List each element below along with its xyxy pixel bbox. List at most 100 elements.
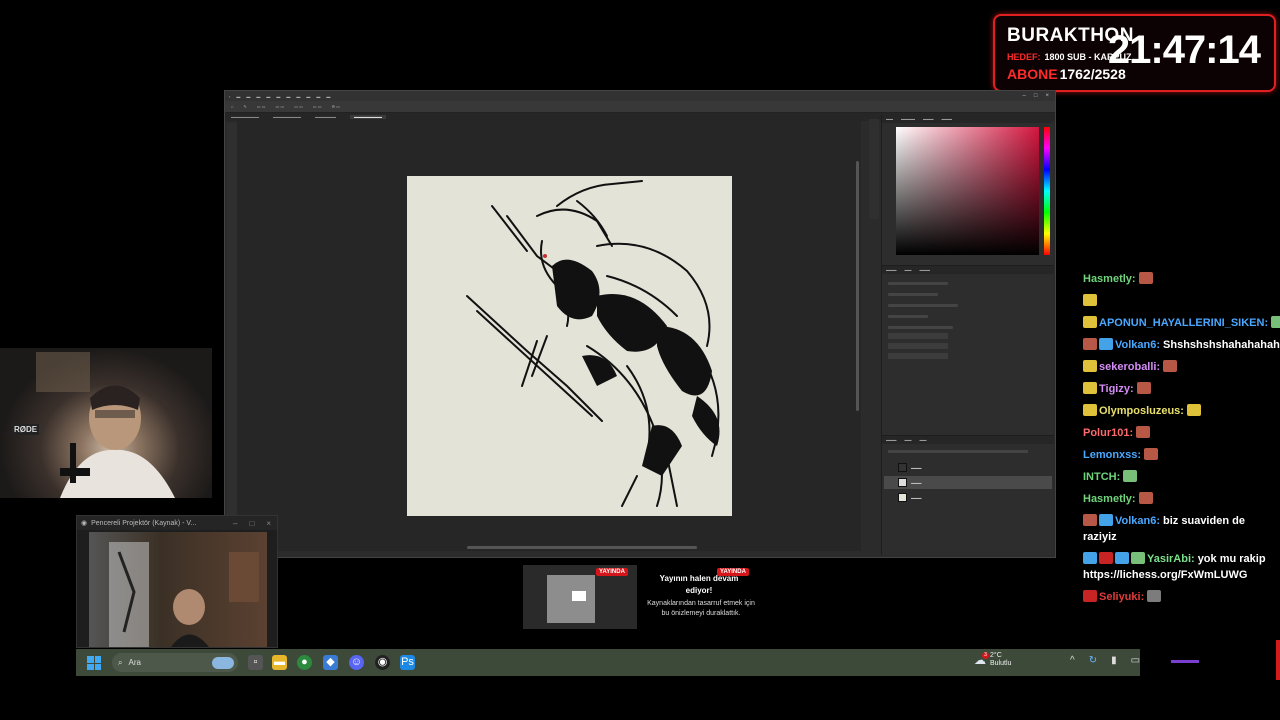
ps-option[interactable]: ▭ ▭: [313, 104, 322, 109]
layer-row[interactable]: ▬▬▬: [884, 461, 1052, 474]
chat-username[interactable]: Tigizy:: [1099, 383, 1134, 395]
properties-tabs[interactable]: ▬▬▬ ▬▬ ▬▬▬: [882, 266, 1054, 274]
panel-tab[interactable]: ▬▬: [905, 438, 912, 442]
color-picker-field[interactable]: [896, 127, 1039, 255]
obs-taskbar-icon[interactable]: ◉: [375, 655, 390, 670]
ps-option[interactable]: ⚙ ▭: [331, 104, 339, 109]
doc-tab[interactable]: ▬▬▬▬▬▬▬▬: [273, 115, 301, 119]
chat-username[interactable]: Polur101:: [1083, 427, 1133, 439]
maximize-icon[interactable]: □: [1034, 93, 1038, 99]
chat-username[interactable]: Volkan6:: [1115, 515, 1160, 527]
file-explorer-icon[interactable]: ▬: [272, 655, 287, 670]
task-view-icon[interactable]: ▫: [248, 655, 263, 670]
ps-panel-iconstrip[interactable]: [869, 119, 879, 219]
chat-username[interactable]: Hasmetly:: [1083, 273, 1136, 285]
ps-toolbar[interactable]: [227, 123, 237, 543]
maximize-icon[interactable]: □: [249, 519, 254, 528]
ps-menu-item[interactable]: ▬: [306, 94, 310, 99]
chrome-icon[interactable]: ●: [297, 655, 312, 670]
brush-tool-icon[interactable]: ✎: [243, 104, 246, 109]
ps-option[interactable]: ▭ ▭: [257, 104, 266, 109]
chat-username[interactable]: Volkan6:: [1115, 339, 1160, 351]
ps-menu-item[interactable]: ▬: [276, 94, 280, 99]
layers-panel[interactable]: ▬▬▬ ▬▬ ▬▬ ▬▬▬ ▬▬▬ ▬▬▬: [882, 435, 1054, 555]
network-icon[interactable]: ▮: [1111, 655, 1117, 666]
horizontal-scrollbar[interactable]: [467, 546, 697, 549]
vertical-scrollbar[interactable]: [856, 161, 859, 411]
system-tray[interactable]: ^ ↻ ▮ ▭: [1070, 655, 1140, 666]
home-icon[interactable]: ⌂: [231, 104, 233, 109]
chat-username[interactable]: Seliyuki:: [1099, 591, 1144, 603]
close-icon[interactable]: ×: [266, 519, 271, 528]
chat-username[interactable]: Lemonxss:: [1083, 449, 1141, 461]
weather-widget[interactable]: ☁ 3 2°C Bulutlu: [974, 652, 1011, 668]
layers-tabs[interactable]: ▬▬▬ ▬▬ ▬▬: [882, 436, 1054, 444]
chevron-up-icon[interactable]: ^: [1070, 655, 1075, 666]
layer-row[interactable]: ▬▬▬: [884, 491, 1052, 504]
projector-window[interactable]: ◉ Pencereli Projektör (Kaynak) - V... – …: [76, 515, 278, 648]
ps-right-panels[interactable]: ▬▬ ▬▬▬▬ ▬▬▬ ▬▬▬ ▬▬▬ ▬▬ ▬▬▬ ▬▬▬ ▬▬ ▬▬ ▬▬▬…: [881, 115, 1054, 555]
ps-menu-item[interactable]: ▬: [266, 94, 270, 99]
chat-username[interactable]: YasirAbi:: [1147, 553, 1195, 565]
doc-tab[interactable]: ▬▬▬▬▬▬: [315, 115, 336, 119]
stream-paused-notification[interactable]: YAYINDA YAYINDA Yayının halen devam ediy…: [523, 565, 759, 629]
notification-body: Kaynaklarından tasarruf etmek için bu ön…: [647, 600, 755, 617]
refresh-icon[interactable]: ↻: [1089, 655, 1097, 666]
panel-tab[interactable]: ▬▬▬: [886, 268, 897, 272]
chat-message: Volkan6: biz suaviden de raziyiz: [1083, 510, 1275, 548]
ps-option[interactable]: ▭ ▭: [294, 104, 303, 109]
discord-icon[interactable]: ☺: [349, 655, 364, 670]
panel-tab[interactable]: ▬▬: [905, 268, 912, 272]
panel-tab[interactable]: ▬▬▬: [942, 117, 953, 121]
property-button[interactable]: [888, 343, 948, 349]
ps-menu-item[interactable]: ▬: [316, 94, 320, 99]
panel-tab[interactable]: ▬▬▬▬: [901, 117, 915, 121]
ps-menu-item[interactable]: ▬: [256, 94, 260, 99]
close-icon[interactable]: ×: [1045, 93, 1049, 99]
taskbar-search[interactable]: ⌕ Ara: [112, 653, 238, 672]
layer-filter-bar[interactable]: [888, 450, 1028, 453]
ps-menu-item[interactable]: ▬: [236, 94, 240, 99]
panel-tab[interactable]: ▬▬▬: [923, 117, 934, 121]
panel-tab[interactable]: ▬▬: [920, 438, 927, 442]
panel-tab[interactable]: ▬▬: [886, 117, 893, 121]
ps-option[interactable]: ▭ ▭: [275, 104, 284, 109]
projector-titlebar[interactable]: ◉ Pencereli Projektör (Kaynak) - V... – …: [77, 516, 277, 530]
ps-menu-item[interactable]: ▬: [296, 94, 300, 99]
doc-tab[interactable]: ▬▬▬▬▬▬▬▬: [231, 115, 259, 119]
hue-slider[interactable]: [1044, 127, 1050, 255]
ps-canvas-area[interactable]: [237, 121, 861, 551]
app-icon[interactable]: ◆: [323, 655, 338, 670]
artwork-canvas[interactable]: [407, 176, 732, 516]
ps-menu-item[interactable]: ▬: [286, 94, 290, 99]
chat-username[interactable]: Hasmetly:: [1083, 493, 1136, 505]
ps-menu-bar[interactable]: ▪ ▬ ▬ ▬ ▬ ▬ ▬ ▬ ▬ ▬ ▬ – □ ×: [225, 91, 1055, 101]
ps-menu-item[interactable]: ▬: [246, 94, 250, 99]
properties-panel[interactable]: ▬▬▬ ▬▬ ▬▬▬: [882, 265, 1054, 415]
layer-row-selected[interactable]: ▬▬▬: [884, 476, 1052, 489]
windows-start-icon[interactable]: [87, 656, 101, 670]
color-panel-tabs[interactable]: ▬▬ ▬▬▬▬ ▬▬▬ ▬▬▬: [882, 115, 1053, 123]
chat-username[interactable]: Olymposluzeus:: [1099, 405, 1184, 417]
chat-message: Tigizy:: [1083, 378, 1275, 400]
panel-tab[interactable]: ▬▬▬: [920, 268, 931, 272]
ps-window-controls[interactable]: – □ ×: [1023, 93, 1055, 99]
badge-icon: [1099, 514, 1113, 526]
display-icon[interactable]: ▭: [1131, 655, 1140, 666]
doc-tab-active[interactable]: ▬▬▬▬▬▬▬▬: [350, 115, 386, 119]
chat-username[interactable]: sekeroballi:: [1099, 361, 1160, 373]
projector-window-controls[interactable]: – □ ×: [233, 519, 277, 528]
ps-menu-item[interactable]: ▬: [326, 94, 330, 99]
panel-tab[interactable]: ▬▬▬: [886, 438, 897, 442]
windows-taskbar[interactable]: ⌕ Ara ▫ ▬ ● ◆ ☺ ◉ Ps ☁ 3 2°C Bulutlu ^ ↻…: [76, 649, 1140, 676]
property-button[interactable]: [888, 353, 948, 359]
obs-icon: ◉: [81, 520, 88, 527]
minimize-icon[interactable]: –: [233, 519, 237, 528]
chat-username[interactable]: APONUN_HAYALLERINI_SIKEN:: [1099, 317, 1268, 329]
minimize-icon[interactable]: –: [1023, 93, 1026, 99]
photoshop-window[interactable]: ▪ ▬ ▬ ▬ ▬ ▬ ▬ ▬ ▬ ▬ ▬ – □ × ⌂ ✎ ▭ ▭ ▭ ▭ …: [224, 90, 1056, 558]
chat-username[interactable]: INTCH:: [1083, 471, 1120, 483]
property-button[interactable]: [888, 333, 948, 339]
photoshop-taskbar-icon[interactable]: Ps: [400, 655, 415, 670]
ps-options-bar[interactable]: ⌂ ✎ ▭ ▭ ▭ ▭ ▭ ▭ ▭ ▭ ⚙ ▭: [225, 101, 1055, 113]
